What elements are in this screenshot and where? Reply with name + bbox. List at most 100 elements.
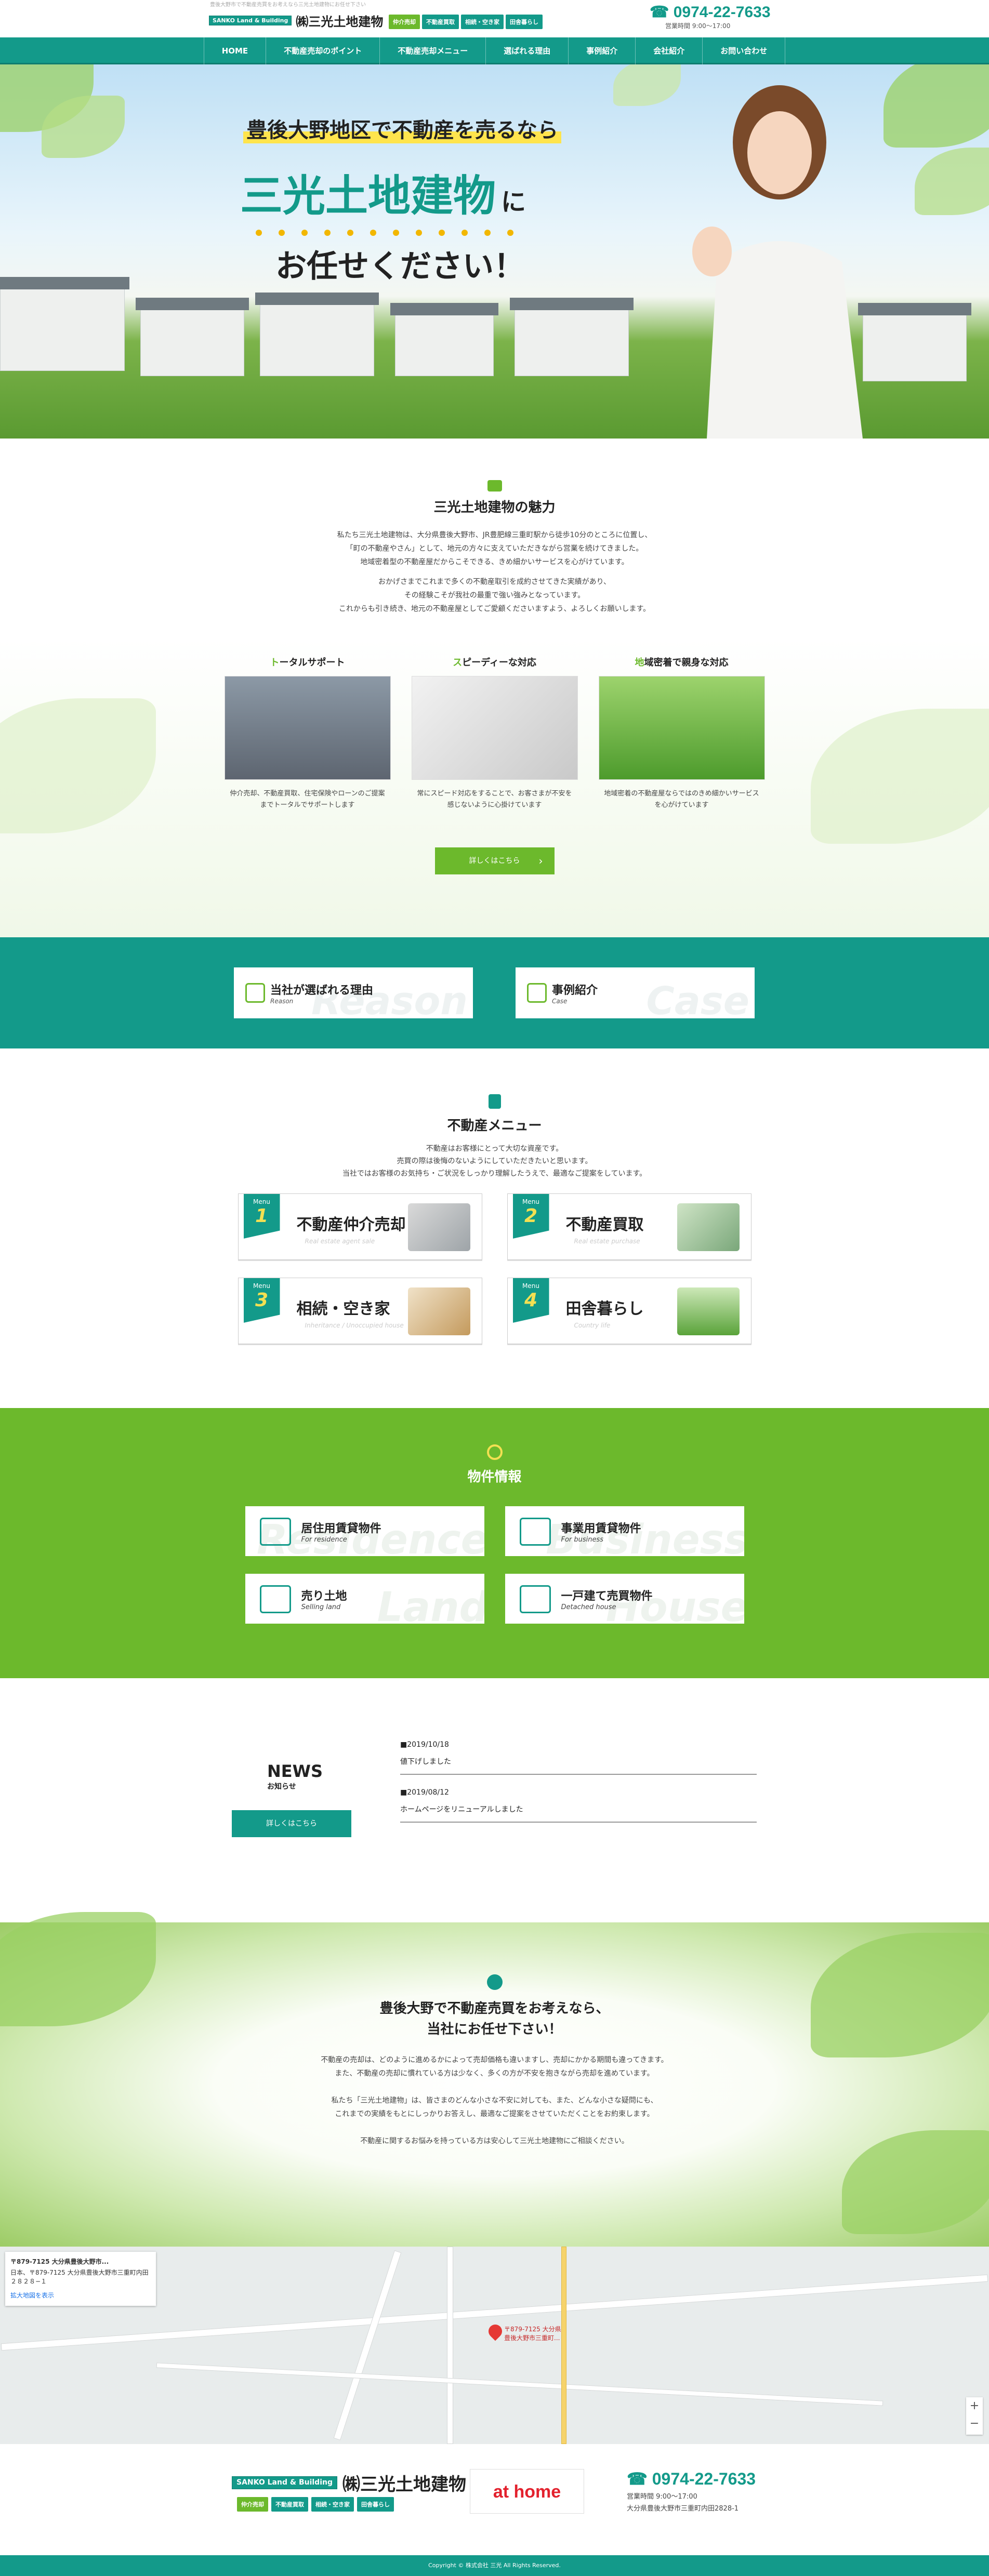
menu-badge-number: 2: [524, 1205, 538, 1227]
header-tel[interactable]: ☎ 0974-22-7633: [650, 3, 771, 21]
nav-menu[interactable]: 不動産売却メニュー: [380, 37, 486, 64]
property-item-title: 居住用賃貸物件: [301, 1522, 381, 1535]
case-button[interactable]: Case 事例紹介 Case: [516, 967, 755, 1018]
hero: 豊後大野地区で不動産を売るなら 三光土地建物に お任せください！: [0, 64, 989, 439]
header-contact: ☎ 0974-22-7633 営業時間 9:00～17:00: [650, 3, 771, 30]
hero-woman-photo: [692, 85, 863, 439]
hero-house: [510, 298, 634, 376]
menu-item-purchase[interactable]: Menu 2 不動産買取 Real estate purchase: [507, 1193, 751, 1260]
copyright: Copyright © 株式会社 三光 All Rights Reserved.: [0, 2555, 989, 2576]
footer-hours: 営業時間 9:00～17:00: [627, 2493, 697, 2501]
map-pin-icon[interactable]: [485, 2321, 505, 2341]
nav-contact[interactable]: お問い合わせ: [703, 37, 786, 64]
menu-badge-label: Menu: [253, 1198, 270, 1205]
hero-leaf: [613, 64, 681, 106]
reason-button[interactable]: Reason 当社が選ばれる理由 Reason: [234, 967, 473, 1018]
property-item-subtitle: Selling land: [301, 1603, 341, 1611]
menu-item-inheritance[interactable]: Menu 3 相続・空き家 Inheritance / Unoccupied ho…: [238, 1278, 482, 1344]
charm-intro-line: おかげさまでこれまで多くの不動産取引を成約させてきた実績があり、: [378, 578, 611, 586]
hero-particle: に: [501, 188, 526, 217]
person-icon: [486, 1974, 503, 1990]
property-bg-text: Land: [377, 1584, 484, 1624]
header-tel-number: 0974-22-7633: [673, 4, 771, 21]
charm-intro-1: 私たち三光土地建物は、大分県豊後大野市、JR豊肥線三重町駅から徒歩10分のところ…: [0, 528, 989, 569]
zoom-in-button[interactable]: +: [966, 2397, 983, 2415]
zoom-out-button[interactable]: −: [966, 2415, 983, 2433]
map-pin-label: 〒879-7125 大分県豊後大野市三重町...: [504, 2326, 561, 2342]
charm-card-image: [411, 676, 578, 780]
property-land-button[interactable]: Land 売り土地 Selling land: [245, 1574, 484, 1624]
charm-card-title-accent: ト: [270, 657, 280, 668]
news-list: ■2019/10/18 値下げしました ■2019/08/12 ホームページをリ…: [400, 1735, 757, 1831]
nav-company[interactable]: 会社紹介: [636, 37, 703, 64]
charm-intro-line: 地域密着型の不動産屋だからこそできる、きめ細かいサービスを心がけています。: [360, 558, 629, 566]
property-house-button[interactable]: House 一戸建て売買物件 Detached house: [505, 1574, 744, 1624]
house-roof: [0, 277, 129, 289]
property-grid: Residence 居住用賃貸物件 For residence Business …: [0, 1506, 989, 1624]
footer-tag-inheritance[interactable]: 相続・空き家: [311, 2497, 354, 2512]
menu-item-agent-sale[interactable]: Menu 1 不動産仲介売却 Real estate agent sale: [238, 1193, 482, 1260]
consult-line: また、不動産の売却に慣れている方は少なく、多くの方が不安を抱きながら売却を進めて…: [335, 2069, 654, 2078]
header: SANKO Land & Building ㈱三光土地建物 仲介売却 不動産買取…: [0, 0, 989, 37]
header-tag-country[interactable]: 田舎暮らし: [506, 15, 543, 29]
property-residence-button[interactable]: Residence 居住用賃貸物件 For residence: [245, 1506, 484, 1556]
footer-tel-number: 0974-22-7633: [652, 2469, 756, 2488]
charm-card-text: 仲介売却、不動産買取、住宅保険やローンのご提案までトータルでサポートします: [230, 790, 385, 809]
footer-tag-purchase[interactable]: 不動産買取: [271, 2497, 308, 2512]
site-logo[interactable]: SANKO Land & Building ㈱三光土地建物: [209, 11, 383, 30]
footer-tel[interactable]: ☎ 0974-22-7633: [627, 2469, 756, 2489]
menu-item-title: 相続・空き家: [296, 1300, 390, 1318]
header-tag-inheritance[interactable]: 相続・空き家: [461, 15, 504, 29]
charm-card-image: [598, 676, 765, 780]
nav-reason[interactable]: 選ばれる理由: [486, 37, 569, 64]
charm-card-title-rest: ータルサポート: [279, 657, 345, 668]
news-date: ■2019/10/18: [400, 1741, 449, 1749]
news-item[interactable]: ■2019/08/12 ホームページをリニューアルしました: [400, 1783, 757, 1823]
hero-catch-line2: 三光土地建物に: [240, 161, 526, 223]
menu-item-title: 田舎暮らし: [565, 1300, 644, 1318]
case-bg-text: Case: [646, 979, 749, 1018]
news-more-button[interactable]: 詳しくはこちら: [232, 1810, 351, 1837]
news-item[interactable]: ■2019/10/18 値下げしました: [400, 1735, 757, 1775]
header-tags: 仲介売却 不動産買取 相続・空き家 田舎暮らし: [389, 15, 543, 29]
footer-tag-country[interactable]: 田舎暮らし: [357, 2497, 394, 2512]
map-info-card: 〒879-7125 大分県豊後大野市... 日本、〒879-7125 大分県豊後…: [5, 2252, 156, 2306]
map-info-address: 日本、〒879-7125 大分県豊後大野市三重町内田２８２８−１: [10, 2269, 149, 2285]
header-tag-purchase[interactable]: 不動産買取: [422, 15, 459, 29]
reason-case-band: Reason 当社が選ばれる理由 Reason Case 事例紹介 Case: [0, 937, 989, 1048]
nav-points[interactable]: 不動産売却のポイント: [266, 37, 380, 64]
property-item-subtitle: For residence: [301, 1535, 347, 1544]
property-title: 物件情報: [467, 1469, 522, 1485]
charm-card-text: 地域密着の不動産屋ならではのきめ細かいサービスを心がけています: [604, 790, 759, 809]
charm-card-title: 地域密着で親身な対応: [599, 655, 765, 669]
news-section: NEWS お知らせ 詳しくはこちら ■2019/10/18 値下げしました ■2…: [0, 1678, 989, 1922]
case-title: 事例紹介: [552, 984, 598, 997]
nav-cases[interactable]: 事例紹介: [569, 37, 636, 64]
house-sale-image: [407, 1203, 470, 1251]
menu-badge: Menu 4: [512, 1278, 549, 1323]
house-box-image: [407, 1287, 470, 1335]
footer-tag-agent[interactable]: 仲介売却: [237, 2497, 268, 2512]
footer-logo-mark: SANKO Land & Building: [232, 2476, 337, 2489]
charm-intro-line: これからも引き続き、地元の不動産屋としてご愛顧くださいますよう、よろしくお願いし…: [338, 605, 651, 613]
consult-para-3: 不動産に関するお悩みを持っている方は安心して三光土地建物にご相談ください。: [0, 2134, 989, 2148]
business-gear-icon: [519, 1518, 551, 1546]
hero-house: [136, 298, 249, 376]
menu-item-title: 不動産買取: [565, 1216, 644, 1234]
footer-logo[interactable]: SANKO Land & Building ㈱三光土地建物: [232, 2470, 466, 2495]
consult-para-2: 私たち「三光土地建物」は、皆さまのどんな小さな不安に対しても、また、どんな小さな…: [0, 2094, 989, 2121]
menu-badge-number: 3: [255, 1290, 269, 1311]
menu-badge: Menu 1: [243, 1194, 280, 1239]
nav-home[interactable]: HOME: [203, 37, 267, 64]
athome-banner[interactable]: at home: [470, 2469, 584, 2514]
map-road: [333, 2250, 402, 2440]
map-enlarge-link[interactable]: 拡大地図を表示: [10, 2291, 151, 2300]
charm-more-button[interactable]: 詳しくはこちら: [434, 847, 555, 874]
header-tag-agent[interactable]: 仲介売却: [389, 15, 420, 29]
google-map[interactable]: 〒879-7125 大分県豊後大野市... 日本、〒879-7125 大分県豊後…: [0, 2247, 989, 2444]
house-roof: [510, 298, 634, 310]
menu-item-country-life[interactable]: Menu 4 田舎暮らし Country life: [507, 1278, 751, 1344]
property-business-button[interactable]: Business 事業用賃貸物件 For business: [505, 1506, 744, 1556]
menu-badge: Menu 2: [512, 1194, 549, 1239]
charm-card-title-accent: 地: [635, 657, 644, 668]
